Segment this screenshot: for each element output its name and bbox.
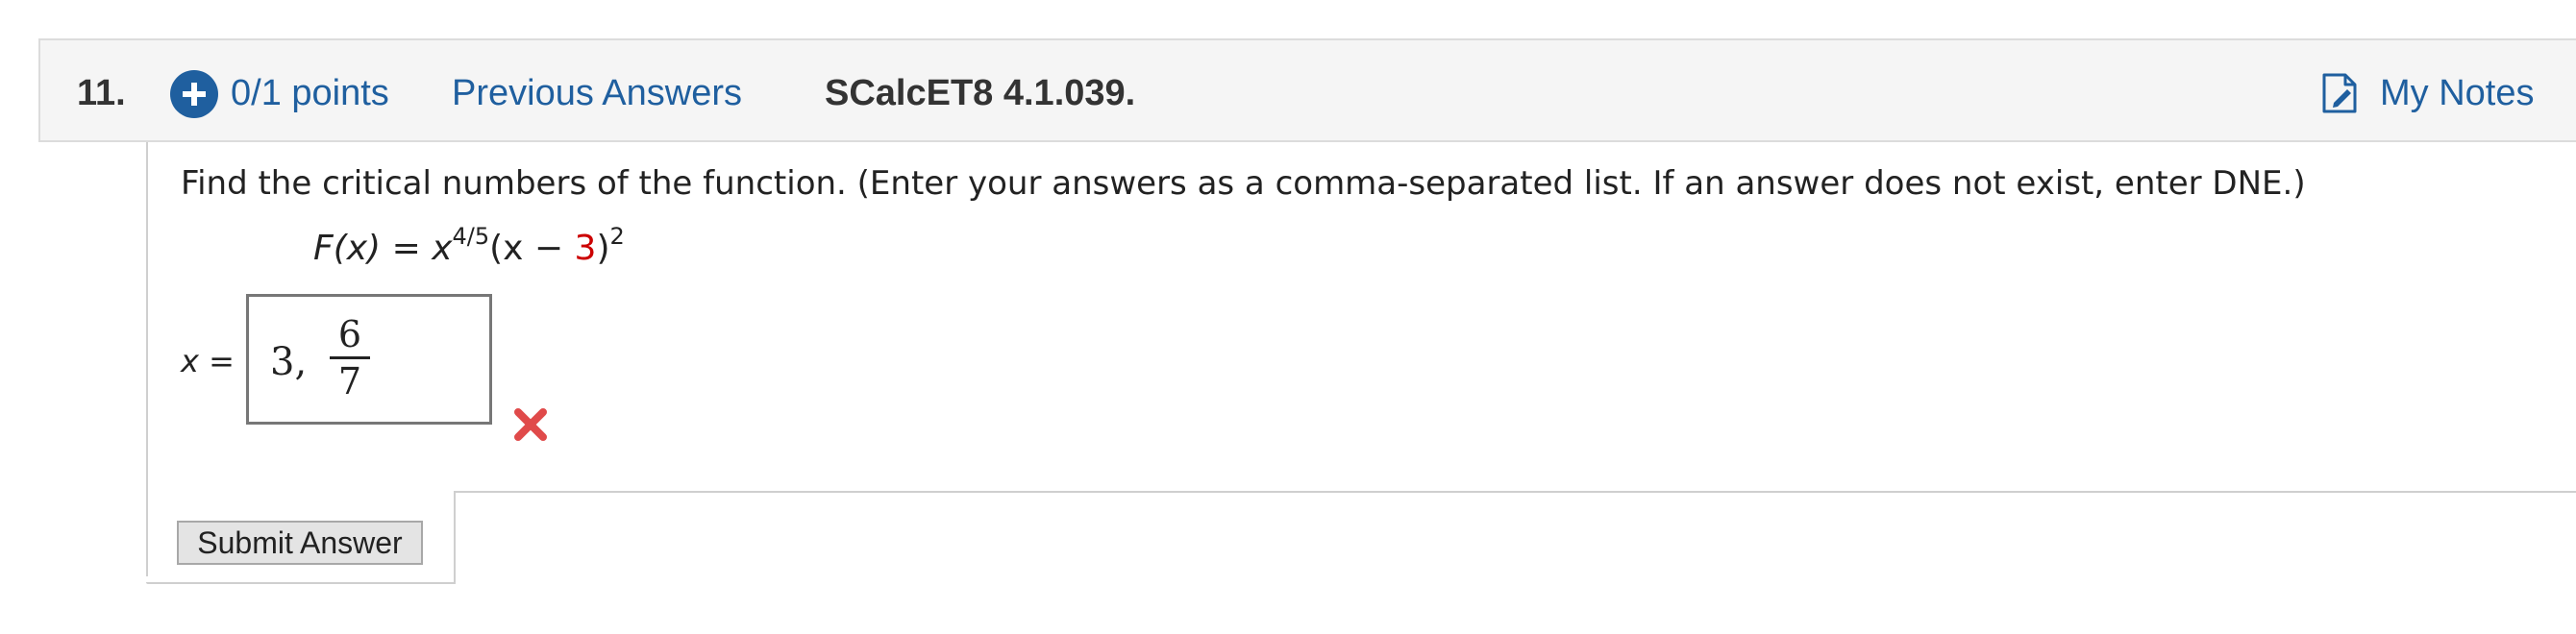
formula-equals: = [391,229,421,268]
fraction-bar [330,356,370,359]
plus-circle-icon[interactable] [170,70,218,118]
formula-constant: 3 [574,229,597,268]
formula-base: x [432,229,453,268]
problem-id: SCalcET8 4.1.039. [825,73,1136,113]
formula-lhs: F(x) [313,229,382,268]
panel-border-right [454,493,456,584]
answer-fraction: 6 7 [326,314,374,402]
points-link[interactable]: 0/1 points [231,70,389,116]
question-header [38,38,2576,142]
my-notes-label: My Notes [2380,73,2535,113]
formula-open: (x − [489,229,575,268]
formula-close: ) [596,229,610,268]
panel-border-left [146,142,148,576]
answer-label-var: x [181,343,199,379]
formula-exponent: 4/5 [452,223,490,250]
formula-outer-exponent: 2 [609,223,625,250]
answer-label: x = [181,342,235,380]
my-notes-link[interactable]: My Notes [2320,70,2534,116]
problem-instructions: Find the critical numbers of the functio… [181,164,2306,203]
question-panel [146,142,2576,584]
answer-input[interactable]: 3, 6 7 [246,294,492,425]
fraction-denominator: 7 [337,360,362,402]
notes-icon [2322,73,2357,113]
incorrect-x-icon [514,408,547,441]
previous-answers-link[interactable]: Previous Answers [452,70,742,116]
panel-border-bottom [146,582,456,584]
submit-answer-button[interactable]: Submit Answer [177,521,423,565]
question-number: 11. [77,73,126,113]
function-formula: F(x) = x4/5(x − 3)2 [313,225,625,273]
answer-integer: 3, [270,340,308,384]
fraction-numerator: 6 [337,313,362,355]
panel-divider [454,491,2576,493]
answer-label-eq: = [209,343,235,379]
